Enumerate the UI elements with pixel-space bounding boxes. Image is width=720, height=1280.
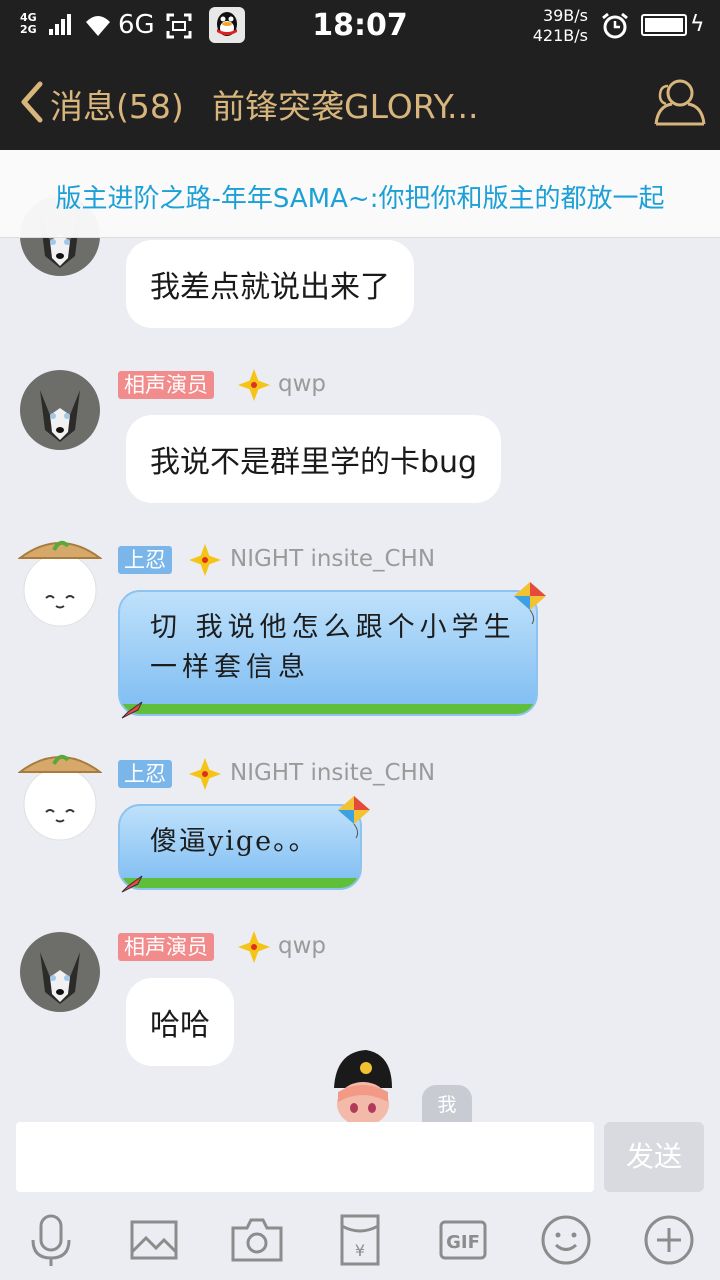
me-label: 我 bbox=[422, 1085, 472, 1122]
avatar-bun-hat[interactable] bbox=[16, 532, 104, 628]
message-bubble[interactable]: 我差点就说出来了 bbox=[126, 240, 414, 328]
kite-icon bbox=[338, 796, 370, 839]
group-title[interactable]: 前锋突袭GLORY... bbox=[212, 80, 512, 128]
network-speed: 39B/s 421B/s bbox=[528, 6, 588, 46]
image-icon[interactable] bbox=[126, 1212, 182, 1268]
group-announcement[interactable]: 版主进阶之路-年年SAMA~:你把你和版主的都放一起 bbox=[0, 150, 720, 238]
avatar-husky[interactable] bbox=[20, 932, 100, 1012]
member-title-badge: 相声演员 bbox=[118, 933, 214, 961]
message-input[interactable] bbox=[16, 1122, 594, 1192]
bun-hat-avatar-image bbox=[16, 754, 104, 841]
message-line: 一样套信息 bbox=[150, 652, 310, 683]
sender-name[interactable]: NIGHT insite_CHN bbox=[230, 760, 435, 786]
back-arrow-icon[interactable] bbox=[18, 80, 46, 124]
sender-name[interactable]: qwp bbox=[278, 933, 326, 959]
rank-star-icon bbox=[238, 931, 270, 963]
pencil-icon bbox=[121, 701, 143, 719]
avatar-bun-hat[interactable] bbox=[16, 746, 104, 842]
red-envelope-icon[interactable]: ¥ bbox=[332, 1212, 388, 1268]
back-button[interactable]: 消息(58) bbox=[50, 80, 184, 128]
husky-avatar-image bbox=[20, 370, 100, 450]
kite-icon bbox=[514, 582, 546, 625]
avatar-husky[interactable] bbox=[20, 370, 100, 450]
rank-star-icon bbox=[238, 369, 270, 401]
alarm-icon bbox=[602, 12, 628, 39]
gif-label: GIF bbox=[446, 1232, 480, 1253]
send-button[interactable]: 发送 bbox=[604, 1122, 704, 1192]
message-bubble[interactable]: 我说不是群里学的卡bug bbox=[126, 415, 502, 503]
camera-icon[interactable] bbox=[229, 1212, 285, 1268]
battery-icon bbox=[641, 14, 687, 36]
member-title-badge: 上忍 bbox=[118, 546, 172, 574]
bubble-grass-decoration bbox=[120, 878, 360, 888]
husky-avatar-image bbox=[20, 932, 100, 1012]
member-title-badge: 相声演员 bbox=[118, 371, 214, 399]
charging-icon: ϟ bbox=[690, 12, 705, 37]
group-members-icon[interactable] bbox=[652, 76, 708, 128]
download-speed: 421B/s bbox=[532, 26, 588, 45]
chat-message-list[interactable]: 我差点就说出来了 相声演员 qwp 我说不是群里学的卡bug 上忍 NIGHT … bbox=[0, 150, 720, 1122]
bubble-grass-decoration bbox=[120, 704, 536, 714]
status-bar: 4G 2G 6G 18:07 39B/s 421B/s ϟ bbox=[0, 0, 720, 52]
rank-star-icon bbox=[189, 758, 221, 790]
sender-name[interactable]: NIGHT insite_CHN bbox=[230, 546, 435, 572]
yuan-symbol: ¥ bbox=[355, 1241, 365, 1260]
pencil-icon bbox=[121, 875, 143, 893]
emoji-icon[interactable] bbox=[538, 1212, 594, 1268]
rank-star-icon bbox=[189, 544, 221, 576]
input-area: 发送 ¥ GIF bbox=[0, 1122, 720, 1280]
member-title-badge: 上忍 bbox=[118, 760, 172, 788]
upload-speed: 39B/s bbox=[542, 6, 588, 25]
my-avatar-anime-girl[interactable] bbox=[326, 1048, 396, 1122]
sender-name[interactable]: qwp bbox=[278, 371, 326, 397]
message-text: 傻逼yige。。 bbox=[150, 826, 318, 857]
plus-icon[interactable] bbox=[641, 1212, 697, 1268]
message-text: 切 我说他怎么跟个小学生 一样套信息 bbox=[150, 608, 516, 688]
message-line: 切 我说他怎么跟个小学生 bbox=[150, 612, 516, 643]
gif-icon[interactable]: GIF bbox=[435, 1212, 491, 1268]
microphone-icon[interactable] bbox=[23, 1212, 79, 1268]
message-bubble[interactable]: 哈哈 bbox=[126, 978, 234, 1066]
bun-hat-avatar-image bbox=[16, 540, 104, 627]
chat-header: 消息(58) 前锋突袭GLORY... bbox=[0, 52, 720, 150]
